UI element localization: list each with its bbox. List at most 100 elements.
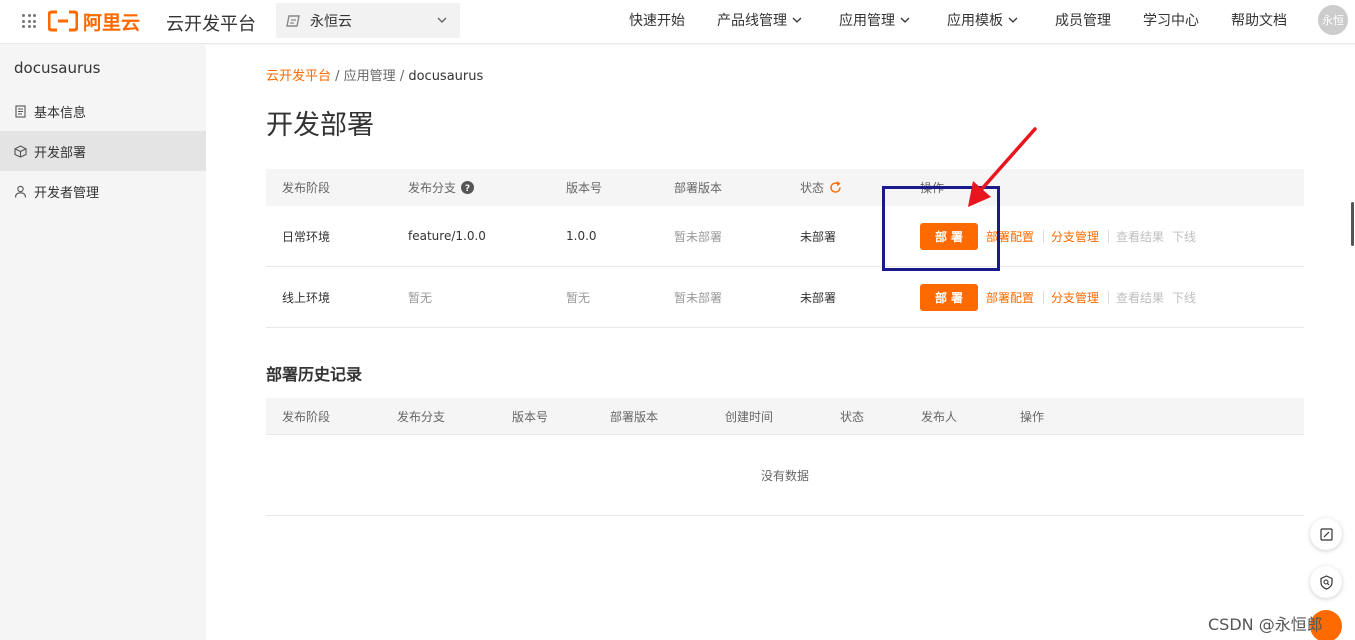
breadcrumb: 云开发平台 / 应用管理 / docusaurus <box>266 65 483 84</box>
top-navigation-bar: 阿里云 云开发平台 永恒云 快速开始 产品线管理 应用管理 应用模板 成员管理 … <box>0 0 1355 44</box>
chevron-down-icon <box>437 17 447 23</box>
sidebar: docusaurus 基本信息 开发部署 开发者管理 <box>0 45 206 640</box>
watermark: CSDN @永恒郎 <box>1208 615 1323 634</box>
feedback-button[interactable] <box>1310 518 1342 550</box>
search-shield-icon <box>1319 574 1333 590</box>
view-result-link: 查看结果 <box>1116 290 1165 305</box>
nav-member-management[interactable]: 成员管理 <box>1055 0 1111 40</box>
cell-version: 1.0.0 <box>566 229 597 243</box>
history-empty-state: 没有数据 <box>266 435 1304 516</box>
nav-app-management[interactable]: 应用管理 <box>839 0 910 40</box>
action-divider <box>1043 230 1044 243</box>
space-selector[interactable]: 永恒云 <box>276 3 460 38</box>
cell-deploy-version: 暂未部署 <box>674 290 723 305</box>
nav-label: 产品线管理 <box>717 13 787 29</box>
cell-deploy-version: 暂未部署 <box>674 229 723 244</box>
column-header-stage: 发布阶段 <box>282 181 331 195</box>
deploy-button[interactable]: 部署 <box>920 284 978 311</box>
main-content: 云开发平台 / 应用管理 / docusaurus 开发部署 发布阶段 发布分支… <box>206 45 1355 640</box>
column-header-stage: 发布阶段 <box>282 409 331 424</box>
page-title: 开发部署 <box>266 110 374 141</box>
sidebar-item-label: 开发部署 <box>34 145 87 161</box>
column-header-deploy-version: 部署版本 <box>674 181 723 195</box>
user-icon <box>14 185 27 198</box>
chevron-down-icon <box>792 17 802 23</box>
history-table-header: 发布阶段 发布分支 版本号 部署版本 创建时间 状态 发布人 操作 <box>266 398 1304 435</box>
breadcrumb-root[interactable]: 云开发平台 <box>266 69 331 84</box>
nav-quick-start[interactable]: 快速开始 <box>629 0 685 40</box>
column-header-deploy-version: 部署版本 <box>610 409 659 424</box>
column-header-version: 版本号 <box>566 181 603 195</box>
cell-branch: feature/1.0.0 <box>408 229 486 243</box>
cube-icon <box>14 144 27 158</box>
sidebar-item-developer-management[interactable]: 开发者管理 <box>0 171 206 211</box>
action-divider <box>1043 291 1044 304</box>
cell-version: 暂无 <box>566 290 591 305</box>
action-divider <box>1108 230 1109 243</box>
sidebar-item-label: 开发者管理 <box>34 185 100 201</box>
sidebar-app-name: docusaurus <box>14 59 101 77</box>
space-selector-label: 永恒云 <box>310 13 352 30</box>
column-header-publisher: 发布人 <box>921 409 958 424</box>
column-header-version: 版本号 <box>512 409 549 424</box>
cell-stage: 日常环境 <box>282 229 331 244</box>
nav-label: 学习中心 <box>1143 13 1199 29</box>
refresh-icon[interactable] <box>829 181 842 194</box>
edit-note-icon <box>1319 527 1333 541</box>
breadcrumb-current: docusaurus <box>408 69 484 84</box>
nav-label: 快速开始 <box>629 13 685 29</box>
nav-learning-center[interactable]: 学习中心 <box>1143 0 1199 40</box>
nav-app-templates[interactable]: 应用模板 <box>947 0 1018 40</box>
breadcrumb-separator: / <box>395 69 409 84</box>
document-icon <box>15 104 26 118</box>
app-grid-icon[interactable] <box>22 14 36 28</box>
column-header-status: 状态 <box>840 409 865 424</box>
column-header-branch: 发布分支 <box>397 409 446 424</box>
cell-branch: 暂无 <box>408 290 433 305</box>
deploy-config-link[interactable]: 部署配置 <box>986 267 1034 327</box>
aliyun-logo[interactable]: 阿里云 <box>48 9 141 34</box>
branch-management-link[interactable]: 分支管理 <box>1051 206 1099 266</box>
column-header-label: 发布分支 <box>408 181 457 195</box>
nav-label: 应用模板 <box>947 13 1003 29</box>
red-arrow-icon <box>968 127 1037 207</box>
nav-label: 成员管理 <box>1055 13 1111 29</box>
logo-text: 阿里云 <box>83 11 141 34</box>
history-section-title: 部署历史记录 <box>266 365 363 384</box>
cell-status: 未部署 <box>800 229 837 244</box>
nav-label: 帮助文档 <box>1231 13 1287 29</box>
chevron-down-icon <box>1008 17 1018 23</box>
sidebar-item-label: 基本信息 <box>34 105 87 121</box>
sidebar-item-dev-deploy[interactable]: 开发部署 <box>0 131 206 171</box>
view-result-link: 查看结果 <box>1116 229 1165 244</box>
table-row: 线上环境 暂无 暂无 暂未部署 未部署 部署 部署配置 分支管理 查看结果 下线 <box>266 267 1304 328</box>
help-icon[interactable]: ? <box>461 181 475 194</box>
table-row: 日常环境 feature/1.0.0 1.0.0 暂未部署 未部署 部署 部署配… <box>266 206 1304 267</box>
cell-stage: 线上环境 <box>282 290 331 305</box>
search-help-button[interactable] <box>1310 566 1342 598</box>
nav-label: 应用管理 <box>839 13 895 29</box>
offline-link: 下线 <box>1172 229 1197 244</box>
branch-management-link[interactable]: 分支管理 <box>1051 267 1099 327</box>
scrollbar-handle[interactable] <box>1351 202 1354 246</box>
chevron-down-icon <box>900 17 910 23</box>
action-divider <box>1108 291 1109 304</box>
nav-product-line[interactable]: 产品线管理 <box>717 0 802 40</box>
column-header-status: 状态 <box>800 169 842 206</box>
breadcrumb-app-management[interactable]: 应用管理 <box>344 69 396 84</box>
nav-help-docs[interactable]: 帮助文档 <box>1231 0 1287 40</box>
space-icon <box>286 14 300 27</box>
column-header-actions: 操作 <box>1020 409 1045 424</box>
svg-text:?: ? <box>465 184 470 194</box>
column-header-created-time: 创建时间 <box>725 409 774 424</box>
user-avatar[interactable]: 永恒 <box>1318 5 1348 35</box>
sidebar-item-basic-info[interactable]: 基本信息 <box>0 91 206 131</box>
aliyun-logo-icon <box>48 10 78 32</box>
column-header-label: 状态 <box>800 181 825 195</box>
platform-title: 云开发平台 <box>166 14 256 35</box>
breadcrumb-separator: / <box>331 69 344 84</box>
cell-status: 未部署 <box>800 290 837 305</box>
deploy-table-header: 发布阶段 发布分支 ? 版本号 部署版本 状态 操作 <box>266 169 1304 206</box>
offline-link: 下线 <box>1172 290 1197 305</box>
column-header-branch: 发布分支 ? <box>408 169 475 206</box>
